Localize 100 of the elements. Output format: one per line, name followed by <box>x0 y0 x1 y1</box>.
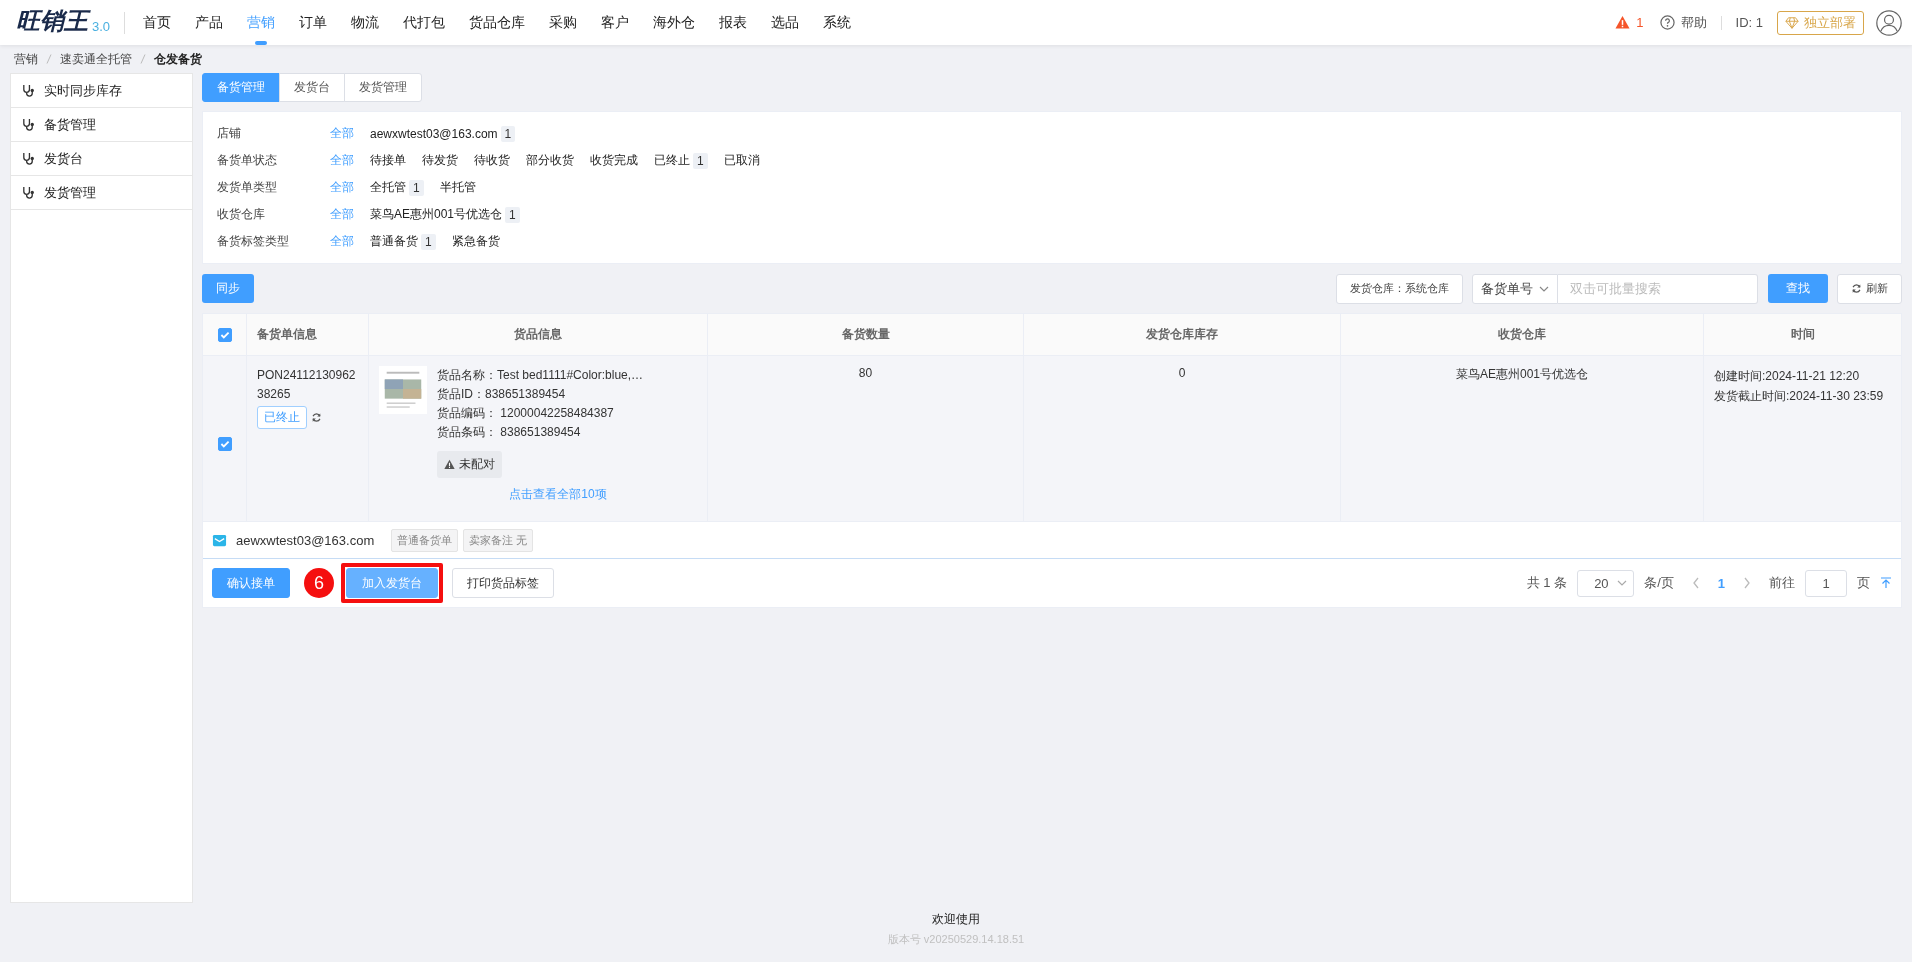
table-cell: 菜鸟AE惠州001号优选仓 <box>1341 356 1704 521</box>
filter-option[interactable]: 普通备货 <box>370 233 418 250</box>
sidebar-item[interactable]: 发货管理 <box>11 176 192 210</box>
stethoscope-icon <box>21 117 36 132</box>
refresh-icon <box>1851 283 1862 294</box>
column-header: 备货数量 <box>708 314 1024 355</box>
filter-label: 备货标签类型 <box>217 233 290 250</box>
goto-label: 前往 <box>1769 574 1795 592</box>
ship-warehouse-button[interactable]: 发货仓库：系统仓库 <box>1336 273 1463 304</box>
nav-item[interactable]: 选品 <box>759 0 812 45</box>
filter-label: 收货仓库 <box>217 206 266 223</box>
status-tag: 已终止 <box>257 406 307 429</box>
help-icon[interactable] <box>1659 15 1675 30</box>
previous-page-icon[interactable] <box>1691 577 1700 589</box>
sidebar-item[interactable]: 发货台 <box>11 142 192 176</box>
warning-icon <box>444 459 455 470</box>
time-text: 发货截止时间:2024-11-30 23:59 <box>1714 388 1884 405</box>
count-badge: 1 <box>693 152 708 169</box>
page-unit: 页 <box>1857 574 1870 592</box>
refresh-button[interactable]: 刷新 <box>1837 273 1902 304</box>
nav-item[interactable]: 代打包 <box>391 0 458 45</box>
action-button[interactable]: 打印货品标签 <box>452 568 554 598</box>
warning-icon[interactable] <box>1615 15 1631 30</box>
order-number: PON2411213096238265 <box>257 367 357 403</box>
filter-label: 店铺 <box>217 125 242 142</box>
count-badge: 1 <box>505 206 520 223</box>
tag: 普通备货单 <box>391 528 459 552</box>
nav-item[interactable]: 报表 <box>707 0 760 45</box>
filter-option[interactable]: 部分收货 <box>526 152 574 169</box>
count-badge: 1 <box>409 179 424 196</box>
nav-item[interactable]: 产品 <box>183 0 236 45</box>
filter-option[interactable]: 紧急备货 <box>451 233 500 250</box>
welcome-text: 欢迎使用 <box>931 911 981 928</box>
count-badge: 1 <box>500 125 516 142</box>
page-size-select[interactable]: 20 <box>1577 569 1635 597</box>
column-header: 收货仓库 <box>1341 314 1704 355</box>
sidebar-item[interactable]: 实时同步库存 <box>11 74 192 108</box>
checkbox[interactable] <box>217 436 232 451</box>
column-header: 货品信息 <box>369 314 708 355</box>
filter-option[interactable]: 全托管 <box>370 179 406 196</box>
search-field[interactable]: 双击可批量搜索 <box>1558 273 1758 304</box>
filter-label: 备货单状态 <box>217 152 278 169</box>
per-page-label: 条/页 <box>1644 574 1674 592</box>
stethoscope-icon <box>21 83 36 98</box>
product-detail: 货品名称：Test bed1111#Color:blue,… <box>437 367 644 384</box>
filter-option[interactable]: 已取消 <box>723 152 760 169</box>
help-link[interactable]: 帮助 <box>1680 13 1707 32</box>
tab[interactable]: 发货管理 <box>344 73 422 102</box>
chevron-down-icon <box>1617 580 1628 586</box>
avatar-icon[interactable] <box>1876 9 1902 36</box>
breadcrumb-item[interactable]: 营销 <box>14 50 38 68</box>
filter-option[interactable]: 待收货 <box>474 152 510 169</box>
nav-item[interactable]: 海外仓 <box>641 0 708 45</box>
column-header: 发货仓库库存 <box>1024 314 1341 355</box>
sidebar-item[interactable]: 备货管理 <box>11 108 192 142</box>
table-cell: 0 <box>1024 356 1341 521</box>
tab[interactable]: 发货台 <box>279 73 345 102</box>
filter-option[interactable]: 已终止 <box>654 152 690 169</box>
column-header: 备货单信息 <box>247 314 369 355</box>
stethoscope-icon <box>21 185 36 200</box>
nav-item[interactable]: 货品仓库 <box>457 0 538 45</box>
breadcrumb-item[interactable]: 速卖通全托管 <box>60 50 132 68</box>
filter-label: 发货单类型 <box>217 179 278 196</box>
search-type-select[interactable]: 备货单号 <box>1472 273 1558 304</box>
filter-option[interactable]: 待接单 <box>370 152 406 169</box>
nav-item[interactable]: 采购 <box>537 0 590 45</box>
filter-option[interactable]: 半托管 <box>439 179 476 196</box>
total-count: 共 1 条 <box>1526 574 1568 592</box>
count-badge: 1 <box>421 233 436 250</box>
next-page-icon[interactable] <box>1743 577 1751 589</box>
filter-option[interactable]: aewxwtest03@163.com <box>370 126 498 141</box>
filter-option[interactable]: 待发货 <box>422 152 458 169</box>
store-email: aewxwtest03@163.com <box>236 532 375 548</box>
time-text: 创建时间:2024-11-21 12:20 <box>1714 368 1860 385</box>
tag: 卖家备注 无 <box>463 528 534 552</box>
nav-item[interactable]: 首页 <box>131 0 184 45</box>
chevron-down-icon <box>1539 285 1549 292</box>
checkbox[interactable] <box>217 327 232 342</box>
filter-option[interactable]: 收货完成 <box>590 152 638 169</box>
refresh-icon[interactable] <box>311 412 322 423</box>
breadcrumb-item: 仓发备货 <box>154 50 202 68</box>
user-id: ID: 1 <box>1735 15 1763 30</box>
match-tag: 未配对 <box>437 451 502 478</box>
slash-separator-icon <box>140 54 146 64</box>
nav-item[interactable]: 物流 <box>339 0 392 45</box>
page-input[interactable]: 1 <box>1805 569 1847 597</box>
stethoscope-icon <box>21 151 36 166</box>
slash-separator-icon <box>46 54 52 64</box>
nav-item[interactable]: 客户 <box>589 0 642 45</box>
product-detail: 货品ID：838651389454 <box>437 386 567 403</box>
product-detail: 货品编码： 12000042258484387 <box>437 405 615 422</box>
filter-option[interactable]: 菜鸟AE惠州001号优选仓 <box>370 206 503 223</box>
nav-item[interactable]: 系统 <box>811 0 864 45</box>
store-icon <box>212 532 227 548</box>
step-marker: 6 <box>304 568 334 598</box>
nav-item[interactable]: 订单 <box>287 0 340 45</box>
back-to-top-icon[interactable] <box>1880 577 1892 589</box>
diamond-icon <box>1785 15 1799 30</box>
product-detail: 货品条码： 838651389454 <box>437 424 582 441</box>
column-header: 时间 <box>1789 326 1816 343</box>
